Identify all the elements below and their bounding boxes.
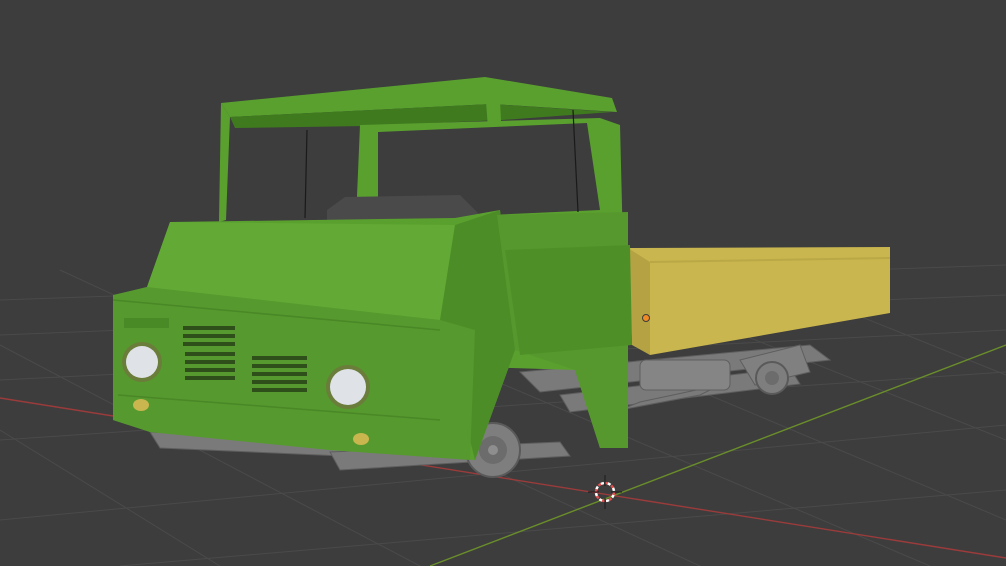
3d-viewport[interactable] xyxy=(0,0,1006,566)
headlight-right xyxy=(326,365,370,409)
cargo-bed-mesh[interactable] xyxy=(628,247,891,355)
indicator-left xyxy=(133,399,149,411)
object-origin-icon[interactable] xyxy=(642,314,650,322)
headlight-left xyxy=(122,342,162,382)
rear-wheel[interactable] xyxy=(755,361,789,395)
viewport-canvas[interactable] xyxy=(0,0,1006,566)
indicator-right xyxy=(353,433,369,445)
